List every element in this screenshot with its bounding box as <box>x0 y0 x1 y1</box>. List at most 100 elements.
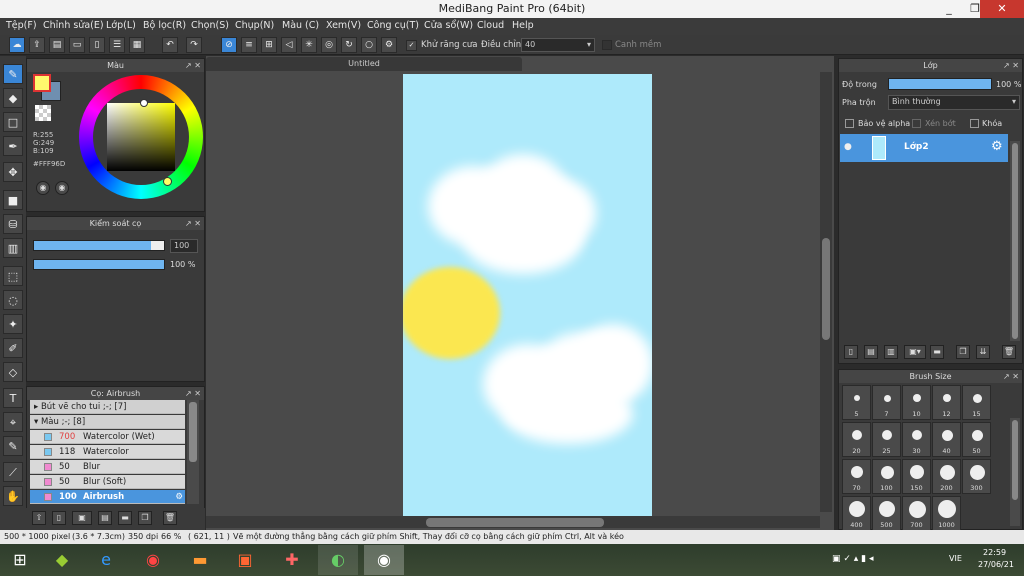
text-tool-icon[interactable]: T <box>3 388 23 408</box>
snap-off-icon[interactable]: ⊘ <box>221 37 237 53</box>
select-tool-icon[interactable]: ⬚ <box>3 266 23 286</box>
brush-row[interactable]: 50 Blur (Soft) <box>30 475 185 489</box>
transparent-swatch[interactable] <box>35 105 51 121</box>
file-explorer-icon[interactable]: ▬ <box>180 545 220 575</box>
curve-snap-icon[interactable]: ↻ <box>341 37 357 53</box>
menu-layer[interactable]: Lớp(L) <box>106 20 136 31</box>
new-8bit-layer-icon[interactable]: ▥ <box>884 345 898 359</box>
canvas-paper[interactable] <box>403 74 652 516</box>
magic-wand-icon[interactable]: ✦ <box>3 314 23 334</box>
radial-snap-icon[interactable]: ✳ <box>301 37 317 53</box>
brush-size-option[interactable]: 12 <box>932 385 961 420</box>
menu-edit[interactable]: Chỉnh sửa(E) <box>43 20 104 31</box>
tray-icons[interactable]: ▣ ✓ ▴ ▮ ◂ <box>832 554 873 564</box>
eyedropper-tool-icon[interactable]: ⟋ <box>3 462 23 482</box>
menu-cloud[interactable]: Cloud <box>477 20 504 31</box>
new-halftone-layer-icon[interactable]: ▤ <box>864 345 878 359</box>
clock-date[interactable]: 27/06/21 <box>978 560 1014 569</box>
menu-help[interactable]: Help <box>512 20 534 31</box>
cross-snap-icon[interactable]: ⊞ <box>261 37 277 53</box>
select-eraser-icon[interactable]: ◇ <box>3 362 23 382</box>
brush-row[interactable]: 700 Watercolor (Wet) <box>30 430 185 444</box>
medibang-icon[interactable]: ◐ <box>318 545 358 575</box>
brush-size-option[interactable]: 7 <box>872 385 901 420</box>
brush-size-option[interactable]: 300 <box>962 459 991 494</box>
new-brush-icon[interactable]: ▯ <box>52 511 66 525</box>
brush-size-option[interactable]: 400 <box>842 496 871 531</box>
chat-icon[interactable]: ▭ <box>69 37 85 53</box>
close-icon[interactable]: ↗ ✕ <box>1003 370 1019 383</box>
hue-cursor[interactable] <box>140 99 148 107</box>
document-tab[interactable]: Untitled <box>206 57 522 71</box>
app-icon[interactable]: ✚ <box>272 545 312 575</box>
brush-size-option[interactable]: 100 <box>872 459 901 494</box>
settings-icon[interactable]: ⚙ <box>381 37 397 53</box>
brush-list-scrollbar[interactable] <box>187 400 199 504</box>
size-value[interactable]: 100 <box>170 239 198 253</box>
brush-size-option[interactable]: 30 <box>902 422 931 457</box>
horizontal-scroll-thumb[interactable] <box>426 518 604 527</box>
internet-explorer-icon[interactable]: e <box>86 545 126 575</box>
comment-icon[interactable]: ▤ <box>49 37 65 53</box>
size-slider[interactable] <box>33 240 165 251</box>
operation-tool-icon[interactable]: ⌖ <box>3 412 23 432</box>
opacity-slider[interactable] <box>33 259 165 270</box>
brush-size-option[interactable]: 10 <box>902 385 931 420</box>
brush-row[interactable]: 100 Airbrush ⚙ <box>30 490 185 504</box>
clock-time[interactable]: 22:59 <box>983 548 1006 557</box>
delete-icon[interactable]: 🗑 <box>163 511 177 525</box>
delete-icon[interactable]: 🗑 <box>1002 345 1016 359</box>
layer-opacity-slider[interactable] <box>888 78 992 90</box>
chrome-icon[interactable]: ◉ <box>133 545 173 575</box>
brush-folder-icon[interactable]: ▬ <box>118 511 132 525</box>
menu-select[interactable]: Chọn(S) <box>191 20 229 31</box>
saturation-square[interactable] <box>107 103 175 171</box>
cloud-icon[interactable]: ☁ <box>9 37 25 53</box>
brush-size-option[interactable]: 5 <box>842 385 871 420</box>
clip-checkbox[interactable] <box>912 119 921 128</box>
menu-capture[interactable]: Chụp(N) <box>235 20 274 31</box>
pen-tool-icon[interactable]: ✒ <box>3 136 23 156</box>
brush-size-scrollbar[interactable] <box>1010 418 1020 526</box>
redo-icon[interactable]: ↷ <box>186 37 202 53</box>
merge-layer-icon[interactable]: ⇊ <box>976 345 990 359</box>
hand-tool-icon[interactable]: ✋ <box>3 486 23 506</box>
brush-size-option[interactable]: 40 <box>932 422 961 457</box>
layer-row[interactable]: ● Lớp2 ⚙ <box>840 134 1008 162</box>
bucket-tool-icon[interactable]: ⛁ <box>3 214 23 234</box>
close-button[interactable]: ✕ <box>980 0 1024 18</box>
menu-tools[interactable]: Công cụ(T) <box>367 20 419 31</box>
lock-checkbox[interactable] <box>970 119 979 128</box>
menu-view[interactable]: Xem(V) <box>326 20 361 31</box>
parallel-snap-icon[interactable]: ≡ <box>241 37 257 53</box>
brush-doc-icon[interactable]: ▤ <box>98 511 112 525</box>
close-icon[interactable]: ↗ ✕ <box>185 59 201 72</box>
brush-size-option[interactable]: 150 <box>902 459 931 494</box>
canvas-checkbox[interactable] <box>602 40 612 50</box>
add-brush-icon[interactable]: ▣ <box>72 511 92 525</box>
gear-icon[interactable]: ⚙ <box>991 139 1003 154</box>
menu-file[interactable]: Tệp(F) <box>6 20 37 31</box>
blend-select[interactable]: Bình thường ▾ <box>888 95 1020 110</box>
brush-size-option[interactable]: 1000 <box>932 496 961 531</box>
language-indicator[interactable]: VIE <box>949 554 962 563</box>
document-icon[interactable]: ▯ <box>89 37 105 53</box>
protect-alpha-checkbox[interactable] <box>845 119 854 128</box>
new-layer-icon[interactable]: ▯ <box>844 345 858 359</box>
powerpoint-icon[interactable]: ▣ <box>225 545 265 575</box>
palette-icon[interactable]: ◉ <box>36 181 50 195</box>
brush-row[interactable]: 50 Blur <box>30 460 185 474</box>
brush-size-option[interactable]: 20 <box>842 422 871 457</box>
lasso-tool-icon[interactable]: ◌ <box>3 290 23 310</box>
brush-size-option[interactable]: 700 <box>902 496 931 531</box>
close-icon[interactable]: ↗ ✕ <box>185 387 201 400</box>
brush-size-option[interactable]: 200 <box>932 459 961 494</box>
brush-cloud-icon[interactable]: ⇧ <box>32 511 46 525</box>
close-icon[interactable]: ↗ ✕ <box>185 217 201 230</box>
brush-size-option[interactable]: 500 <box>872 496 901 531</box>
move-tool-icon[interactable]: ✥ <box>3 162 23 182</box>
duplicate-layer-icon[interactable]: ❐ <box>956 345 970 359</box>
visibility-icon[interactable]: ● <box>844 142 852 152</box>
foreground-color-swatch[interactable] <box>33 74 51 92</box>
brush-size-option[interactable]: 50 <box>962 422 991 457</box>
